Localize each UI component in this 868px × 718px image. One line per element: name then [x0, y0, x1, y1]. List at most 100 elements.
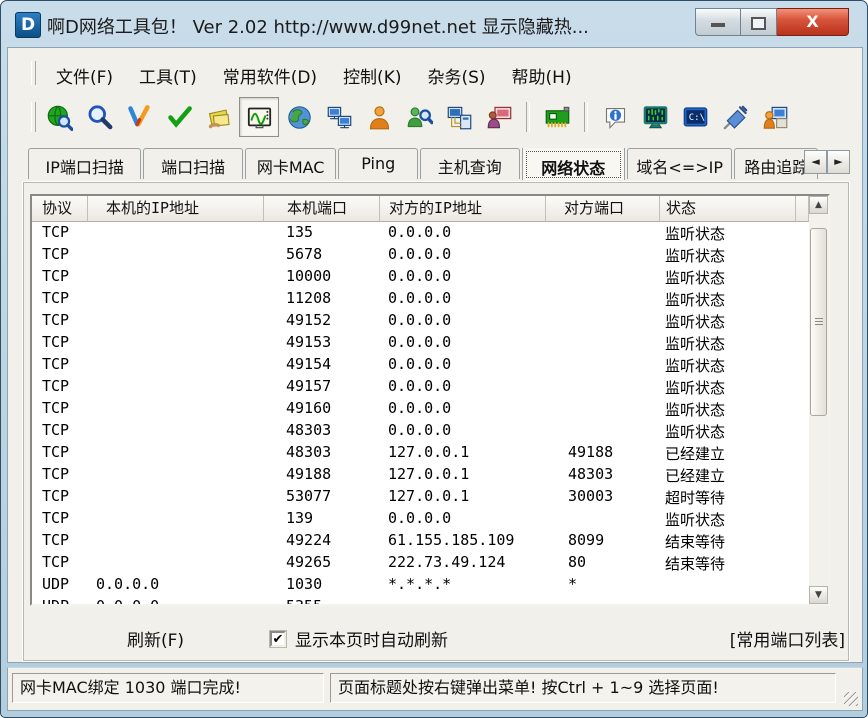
- ip-port-scan-button[interactable]: [39, 97, 79, 137]
- app-window: D 啊D网络工具包！ Ver 2.02 http://www.d99net.ne…: [0, 0, 868, 718]
- menu-item[interactable]: 控制(K): [330, 60, 414, 91]
- cell-protocol: TCP: [42, 377, 69, 395]
- info-tip-button[interactable]: [595, 97, 635, 137]
- tab-1[interactable]: IP端口扫描: [28, 148, 141, 179]
- tab-6[interactable]: 网络状态: [522, 148, 625, 180]
- table-row[interactable]: TCP491600.0.0.0监听状态: [32, 398, 809, 420]
- column-header[interactable]: [796, 196, 809, 222]
- menu-item[interactable]: 杂务(S): [414, 60, 498, 91]
- info-tip-icon: [602, 104, 629, 131]
- scroll-down-icon[interactable]: ▼: [809, 586, 828, 604]
- tab-2[interactable]: 端口扫描: [143, 148, 242, 179]
- cell-remote_port: *: [568, 575, 577, 593]
- auto-refresh-checkbox[interactable]: ✔: [270, 631, 286, 647]
- table-row[interactable]: TCP491520.0.0.0监听状态: [32, 310, 809, 332]
- lan-computers-button[interactable]: [319, 97, 359, 137]
- table-row-partial[interactable]: UDP0.0.0.05355: [32, 596, 809, 606]
- console-button[interactable]: C:\: [675, 97, 715, 137]
- tab-scroll-right-button[interactable]: ►: [827, 150, 850, 174]
- table-row[interactable]: TCP53077127.0.0.130003超时等待: [32, 486, 809, 508]
- table-row[interactable]: TCP4922461.155.185.1098099结束等待: [32, 530, 809, 552]
- cell-status: 监听状态: [665, 421, 725, 442]
- table-row[interactable]: TCP49265222.73.49.12480结束等待: [32, 552, 809, 574]
- table-row[interactable]: TCP1350.0.0.0监听状态: [32, 222, 809, 244]
- column-header[interactable]: 协议: [32, 196, 88, 222]
- remote-desk-icon: [486, 104, 513, 131]
- table-row[interactable]: TCP112080.0.0.0监听状态: [32, 288, 809, 310]
- nic-card-button[interactable]: [537, 97, 577, 137]
- restore-button[interactable]: [741, 8, 777, 36]
- table-row[interactable]: TCP491540.0.0.0监听状态: [32, 354, 809, 376]
- mac-tool-button[interactable]: [119, 97, 159, 137]
- menu-item[interactable]: 常用软件(D): [210, 60, 330, 91]
- search-user-button[interactable]: [399, 97, 439, 137]
- column-header[interactable]: 本机端口: [264, 196, 380, 222]
- table-row[interactable]: TCP1390.0.0.0监听状态: [32, 508, 809, 530]
- menu-item[interactable]: 工具(T): [126, 60, 210, 91]
- column-header[interactable]: 对方端口: [546, 196, 660, 222]
- user-icon: [366, 104, 393, 131]
- host-query-button[interactable]: [199, 97, 239, 137]
- menu-gripper[interactable]: [31, 61, 36, 85]
- cell-remote_ip: 0.0.0.0: [388, 311, 451, 329]
- close-button[interactable]: X: [777, 8, 849, 36]
- cell-remote_ip: 127.0.0.1: [388, 487, 469, 505]
- matrix-monitor-button[interactable]: [635, 97, 675, 137]
- remote-desk-button[interactable]: [479, 97, 519, 137]
- table-row[interactable]: TCP483030.0.0.0监听状态: [32, 420, 809, 442]
- cell-protocol: TCP: [42, 487, 69, 505]
- column-header[interactable]: 状态: [660, 196, 796, 222]
- user-computer-button[interactable]: [755, 97, 795, 137]
- cell-remote_ip: 0.0.0.0: [388, 355, 451, 373]
- internet-icon: [286, 104, 313, 131]
- ping-button[interactable]: [159, 97, 199, 137]
- vertical-scrollbar[interactable]: ▲ ▼: [809, 196, 828, 604]
- tab-scroll-left-button[interactable]: ◄: [804, 150, 827, 174]
- common-port-list-link[interactable]: [常用端口列表]: [730, 626, 845, 651]
- cell-protocol: UDP: [42, 575, 69, 593]
- network-status-button[interactable]: [239, 97, 279, 137]
- menu-item[interactable]: 文件(F): [43, 60, 126, 91]
- cell-remote_port: 49188: [568, 443, 613, 461]
- auto-refresh-label[interactable]: 显示本页时自动刷新: [295, 626, 448, 651]
- table-row[interactable]: TCP48303127.0.0.149188已经建立: [32, 442, 809, 464]
- inject-button[interactable]: [715, 97, 755, 137]
- tab-5[interactable]: 主机查询: [420, 148, 519, 179]
- tab-7[interactable]: 域名<=>IP: [627, 148, 732, 179]
- cell-local_port: 49224: [286, 531, 331, 549]
- resize-grip[interactable]: [844, 692, 858, 706]
- console-icon: C:\: [682, 104, 709, 131]
- menu-item[interactable]: 帮助(H): [499, 60, 585, 91]
- cell-remote_ip: 61.155.185.109: [388, 531, 514, 549]
- refresh-button[interactable]: 刷新(F): [127, 626, 184, 651]
- table-row[interactable]: TCP100000.0.0.0监听状态: [32, 266, 809, 288]
- cell-status: 监听状态: [665, 267, 725, 288]
- status-panel-right: 页面标题处按右键弹出菜单! 按Ctrl + 1~9 选择页面!: [330, 673, 836, 703]
- port-scan-button[interactable]: [79, 97, 119, 137]
- network-view-button[interactable]: [439, 97, 479, 137]
- cell-protocol: TCP: [42, 553, 69, 571]
- table-row[interactable]: TCP491570.0.0.0监听状态: [32, 376, 809, 398]
- table-row[interactable]: TCP56780.0.0.0监听状态: [32, 244, 809, 266]
- table-row[interactable]: UDP0.0.0.01030*.*.*.**: [32, 574, 809, 596]
- column-header[interactable]: 本机的IP地址: [88, 196, 264, 222]
- internet-button[interactable]: [279, 97, 319, 137]
- user-button[interactable]: [359, 97, 399, 137]
- port-scan-icon: [86, 104, 113, 131]
- tab-3[interactable]: 网卡MAC: [245, 148, 337, 179]
- column-header[interactable]: 对方的IP地址: [380, 196, 546, 222]
- cell-local_ip: 0.0.0.0: [96, 597, 159, 606]
- connections-list: 协议本机的IP地址本机端口对方的IP地址对方端口状态 TCP1350.0.0.0…: [30, 194, 830, 606]
- table-row[interactable]: TCP491530.0.0.0监听状态: [32, 332, 809, 354]
- minimize-button[interactable]: [695, 8, 741, 36]
- cell-protocol: TCP: [42, 267, 69, 285]
- scroll-up-icon[interactable]: ▲: [809, 196, 828, 214]
- table-row[interactable]: TCP49188127.0.0.148303已经建立: [32, 464, 809, 486]
- scroll-thumb[interactable]: [810, 228, 827, 416]
- cell-remote_port: 30003: [568, 487, 613, 505]
- tab-4[interactable]: Ping: [338, 148, 418, 179]
- cell-protocol: TCP: [42, 289, 69, 307]
- minimize-icon: [711, 23, 725, 27]
- toolbar-gripper[interactable]: [31, 102, 36, 132]
- cell-local_ip: 0.0.0.0: [96, 575, 159, 593]
